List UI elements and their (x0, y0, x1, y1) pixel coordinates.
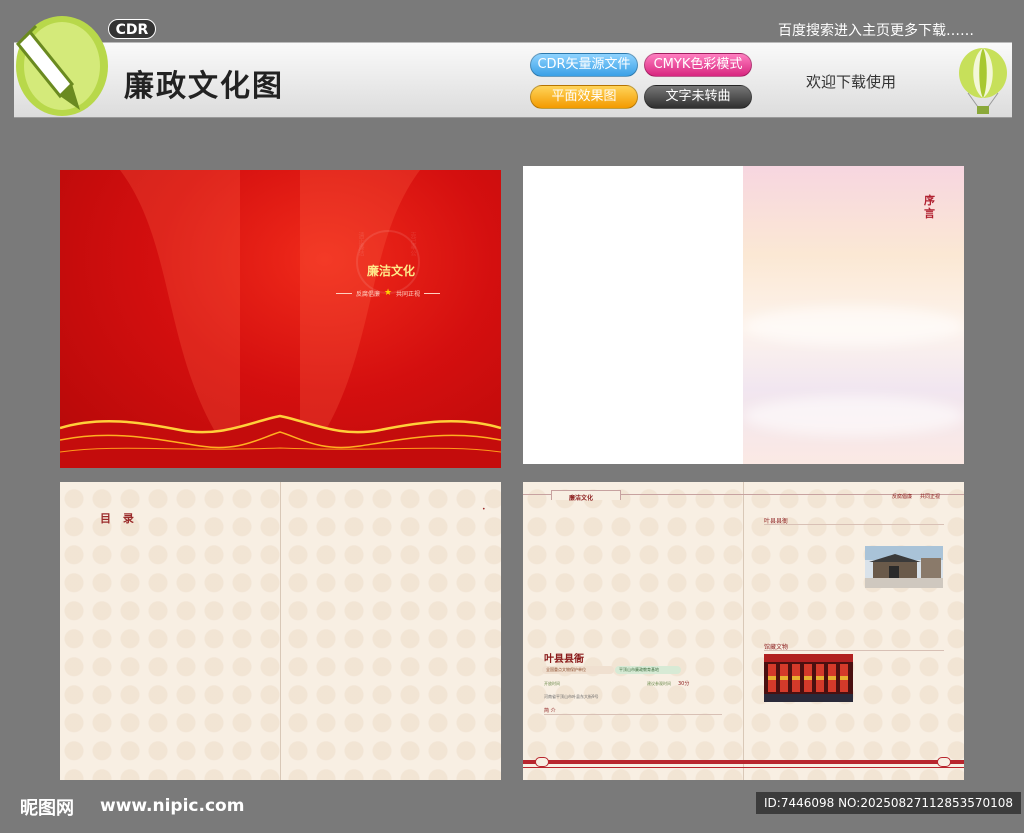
yamen-photo (865, 546, 943, 588)
intro-heading: 简 介 (544, 708, 556, 714)
nipic-logo-text: 昵图网 (20, 798, 74, 819)
preface-page: 序 言 (743, 166, 964, 464)
cover-sub-left: 反腐倡廉 (355, 290, 380, 298)
footer-bar (523, 760, 964, 764)
cdr-tag: CDR (108, 19, 156, 39)
place-title: 叶县县衙 (544, 654, 584, 665)
address-text: 河南省平顶山市叶县东大街9号 (544, 694, 599, 699)
header-banner: 廉政文化图 CDR矢量源文件 CMYK色彩模式 平面效果图 文字未转曲 欢迎下载… (14, 42, 1012, 118)
section-rule-1 (764, 524, 944, 525)
fold-line (280, 482, 281, 780)
preface-panel: 序 言 (523, 166, 964, 464)
spread-header-left: 廉洁文化 (569, 495, 594, 502)
cover-sub-right: 共同正视 (396, 290, 421, 298)
toc-panel: 目 录 • (60, 482, 501, 780)
spread-header-right-2: 共同正视 (919, 494, 940, 500)
label-open-time: 开放时间 (544, 681, 560, 686)
vertical-decor-text: 清正廉洁 (357, 232, 364, 256)
label-visit-time: 建议参观时间 (647, 681, 671, 686)
cloud-decor (743, 306, 964, 346)
text-badge: 文字未转曲 (644, 85, 752, 109)
fold-line-2 (743, 482, 744, 780)
cover-subtitle: 反腐倡廉 ★ 共同正视 (336, 288, 441, 298)
page-title: 廉政文化图 (124, 69, 284, 104)
gold-wave-decor (60, 414, 501, 468)
image-id-badge: ID:7446098 NO:20250827112853570108 (756, 792, 1022, 814)
chip-base: 平顶山市廉政教育基地 (615, 666, 681, 674)
spread-panel: 廉洁文化 反腐倡廉 共同正视 叶县县衙 馆藏文物 叶县县衙 全国重点文物保护单位… (523, 482, 964, 780)
nipic-url[interactable]: www.nipic.com (100, 796, 244, 816)
footer-bar-thin (523, 767, 964, 768)
welcome-text: 欢迎下载使用 (806, 73, 897, 91)
section-rule-2 (764, 650, 944, 651)
page-number-right (937, 757, 951, 767)
visit-time-value: 30分 (678, 681, 690, 687)
intro-rule (544, 714, 722, 715)
coreldraw-logo-icon (15, 16, 108, 116)
relics-photo (764, 654, 853, 702)
cmyk-badge: CMYK色彩模式 (644, 53, 752, 77)
chip-heritage: 全国重点文物保护单位 (542, 666, 614, 674)
star-icon: ★ (383, 288, 393, 298)
balloon-icon (959, 48, 1007, 114)
spread-header-right: 反腐倡廉 共同正视 (892, 493, 940, 500)
vertical-decor-text-2: 克己奉公 (409, 232, 416, 256)
cloud-decor-2 (743, 396, 964, 436)
spread-header-right-1: 反腐倡廉 (891, 494, 912, 500)
effect-badge: 平面效果图 (530, 85, 638, 109)
cover-title: 廉洁文化 (367, 264, 416, 278)
preface-title: 序 言 (924, 194, 935, 220)
cover-panel: 清正廉洁 克己奉公 廉洁文化 反腐倡廉 ★ 共同正视 (60, 170, 501, 468)
page-number-left (535, 757, 549, 767)
cdr-source-badge: CDR矢量源文件 (530, 53, 638, 77)
page-mark: • (482, 506, 486, 513)
toc-title: 目 录 (100, 512, 138, 525)
search-hint: 百度搜索进入主页更多下载…… (778, 23, 974, 39)
